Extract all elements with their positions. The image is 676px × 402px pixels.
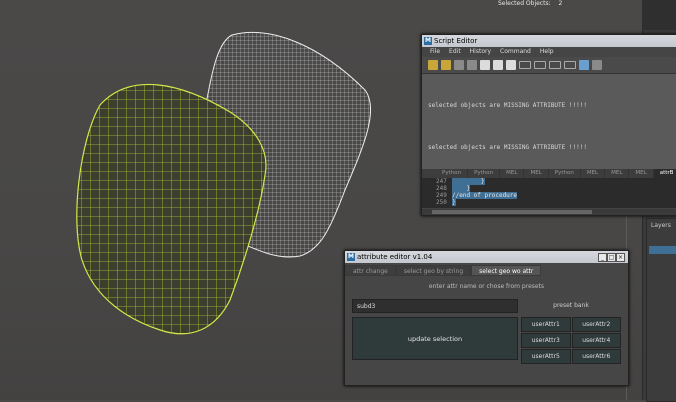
horizontal-scrollbar[interactable] <box>422 209 676 215</box>
preset-bank-label: preset bank <box>553 302 589 309</box>
tab-attr-change[interactable]: attr change <box>345 265 396 276</box>
menu-history[interactable]: History <box>470 47 491 57</box>
show-input-icon[interactable] <box>564 61 576 69</box>
close-icon[interactable]: × <box>616 253 625 262</box>
maya-icon: M <box>424 37 432 45</box>
history-line: selected objects are MISSING ATTRIBUTE !… <box>428 144 587 151</box>
code-line: } <box>452 178 485 185</box>
menu-file[interactable]: File <box>430 47 440 57</box>
line-number: 249 <box>436 192 447 199</box>
tab-python[interactable]: Python <box>549 169 581 178</box>
tab-select-geo-by-string[interactable]: select geo by string <box>395 265 472 276</box>
layer-selection-bar[interactable] <box>649 246 676 254</box>
show-line-numbers-icon[interactable] <box>493 60 503 70</box>
show-history-icon[interactable] <box>549 61 561 69</box>
tab-python[interactable]: Python <box>468 169 501 178</box>
preset-button[interactable]: userAttr3 <box>521 333 571 348</box>
tab-mel[interactable]: MEL <box>581 169 606 178</box>
attribute-editor-tabs: attr change select geo by string select … <box>345 265 628 276</box>
preset-button[interactable]: userAttr1 <box>521 317 571 332</box>
attribute-editor-window[interactable]: M attribute editor v1.04 _ □ × attr chan… <box>344 250 629 386</box>
script-editor-titlebar[interactable]: M Script Editor <box>422 35 676 47</box>
pillow-yellow-mesh[interactable] <box>76 83 267 335</box>
attr-name-field[interactable]: subd3 <box>352 299 518 313</box>
script-editor-title: Script Editor <box>434 37 478 45</box>
attr-hint-text: enter attr name or chose from presets <box>428 283 545 290</box>
line-number: 250 <box>436 199 447 206</box>
script-editor-tabs: Python Python MEL MEL Python MEL MEL MEL… <box>422 169 676 178</box>
open-folder-icon[interactable] <box>428 60 438 70</box>
execute-icon[interactable] <box>592 60 602 70</box>
attribute-editor-title: attribute editor v1.04 <box>357 253 433 261</box>
preset-button[interactable]: userAttr6 <box>571 349 621 364</box>
line-number: 248 <box>436 185 447 192</box>
script-editor-input[interactable]: 247 } 248 } 249 //end of procedure 250 } <box>422 178 676 208</box>
history-line: selected objects are MISSING ATTRIBUTE !… <box>428 102 587 109</box>
save-icon[interactable] <box>454 60 464 70</box>
maya-icon: M <box>347 253 355 261</box>
code-line: } <box>452 185 471 192</box>
tab-python[interactable]: Python <box>436 169 469 178</box>
line-number: 247 <box>436 178 447 185</box>
save-script-icon[interactable] <box>467 60 477 70</box>
script-editor-menubar: File Edit History Command Help <box>422 47 676 57</box>
script-editor-toolbar <box>422 57 676 74</box>
selected-objects-label: Selected Objects: <box>498 0 551 7</box>
maximize-icon[interactable]: □ <box>607 253 616 262</box>
minimize-icon[interactable]: _ <box>598 253 607 262</box>
update-selection-button[interactable]: update selection <box>352 317 518 360</box>
preset-button[interactable]: userAttr2 <box>571 317 621 332</box>
clear-input-icon[interactable] <box>519 61 531 69</box>
echo-commands-icon[interactable] <box>480 60 490 70</box>
menu-edit[interactable]: Edit <box>449 47 461 57</box>
source-script-icon[interactable] <box>441 60 451 70</box>
layers-label: Layers <box>651 222 671 229</box>
layers-panel[interactable]: Layers <box>646 218 676 402</box>
code-line: //end of procedure <box>452 192 518 199</box>
selected-objects-value: 2 <box>558 0 563 7</box>
tab-mel[interactable]: MEL <box>500 169 525 178</box>
clear-history-icon[interactable] <box>506 60 516 70</box>
tab-mel[interactable]: MEL <box>605 169 630 178</box>
tab-attr-editor[interactable]: attrB <box>653 169 676 178</box>
clear-all-icon[interactable] <box>534 61 546 69</box>
menu-help[interactable]: Help <box>540 47 554 57</box>
code-line: } <box>452 199 456 206</box>
tab-mel[interactable]: MEL <box>629 169 654 178</box>
preset-grid: userAttr1 userAttr2 userAttr3 userAttr4 … <box>521 317 621 364</box>
preset-button[interactable]: userAttr4 <box>571 333 621 348</box>
script-editor-history: selected objects are MISSING ATTRIBUTE !… <box>422 74 676 169</box>
tab-mel[interactable]: MEL <box>524 169 549 178</box>
preset-button[interactable]: userAttr5 <box>521 349 571 364</box>
attribute-editor-titlebar[interactable]: M attribute editor v1.04 _ □ × <box>345 251 628 263</box>
tab-select-geo-wo-attr[interactable]: select geo wo attr <box>471 265 542 276</box>
selected-objects-hud: Selected Objects: 2 <box>498 0 568 7</box>
script-editor-window[interactable]: M Script Editor File Edit History Comman… <box>421 34 676 216</box>
right-panel-top <box>642 0 676 30</box>
scrollbar-thumb[interactable] <box>432 210 592 214</box>
menu-command[interactable]: Command <box>500 47 531 57</box>
execute-all-icon[interactable] <box>579 60 589 70</box>
